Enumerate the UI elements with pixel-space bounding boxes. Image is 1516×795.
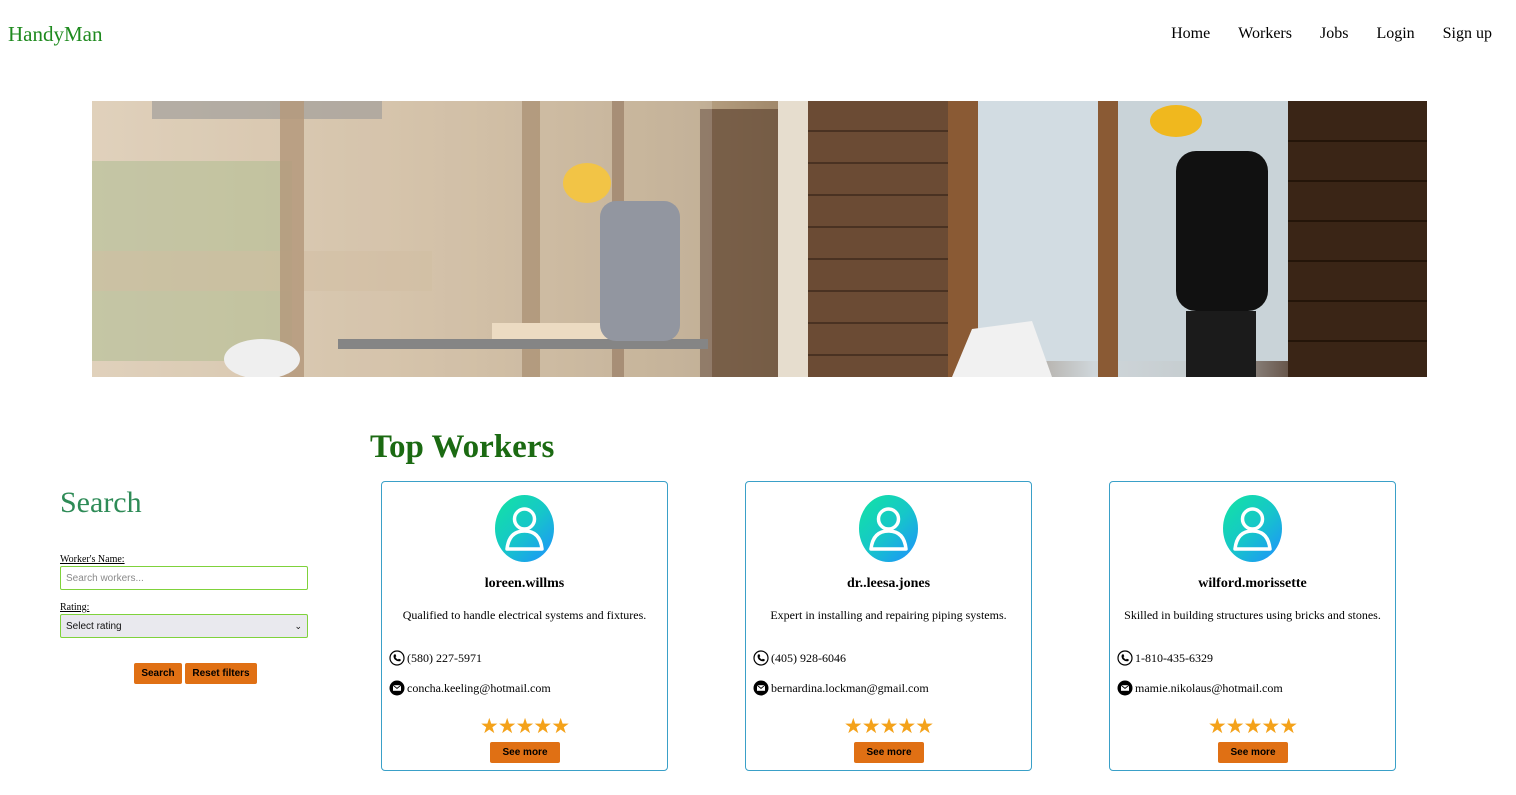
worker-phone: (405) 928-6046 [753, 650, 846, 666]
user-avatar-icon [1223, 495, 1282, 562]
hero-banner-image [92, 101, 1427, 377]
rating-selected-value: Select rating [66, 620, 122, 632]
search-button[interactable]: Search [134, 663, 182, 684]
nav-signup[interactable]: Sign up [1443, 25, 1492, 43]
brand-logo[interactable]: HandyMan [8, 22, 102, 47]
user-avatar-icon [859, 495, 918, 562]
rating-select[interactable]: Select rating ⌄ [60, 614, 308, 638]
search-title: Search [60, 486, 142, 519]
main-nav: Home Workers Jobs Login Sign up [1171, 25, 1492, 43]
worker-name: wilford.morissette [1198, 576, 1307, 591]
nav-jobs[interactable]: Jobs [1320, 25, 1348, 43]
star-rating: ★★★★★ [479, 714, 570, 738]
see-more-button[interactable]: See more [1218, 742, 1288, 763]
phone-icon [753, 650, 769, 666]
worker-phone: (580) 227-5971 [389, 650, 482, 666]
nav-workers[interactable]: Workers [1238, 25, 1292, 43]
nav-login[interactable]: Login [1376, 25, 1414, 43]
chevron-down-icon: ⌄ [294, 620, 302, 631]
worker-name: loreen.willms [484, 576, 565, 591]
worker-email: mamie.nikolaus@hotmail.com [1117, 680, 1283, 696]
worker-email: concha.keeling@hotmail.com [389, 680, 551, 696]
rating-label: Rating: [60, 602, 90, 613]
email-icon [1117, 680, 1133, 696]
see-more-button[interactable]: See more [854, 742, 924, 763]
reset-filters-button[interactable]: Reset filters [185, 663, 257, 684]
worker-description: Qualified to handle electrical systems a… [402, 608, 647, 622]
worker-description: Skilled in building structures using bri… [1124, 608, 1381, 622]
phone-icon [389, 650, 405, 666]
nav-home[interactable]: Home [1171, 25, 1210, 43]
worker-name: dr..leesa.jones [846, 576, 931, 591]
star-rating: ★★★★★ [1207, 714, 1298, 738]
worker-phone: 1-810-435-6329 [1117, 650, 1213, 666]
top-workers-title: Top Workers [370, 429, 555, 465]
worker-card: loreen.willms Qualified to handle electr… [381, 481, 668, 771]
email-icon [389, 680, 405, 696]
star-rating: ★★★★★ [843, 714, 934, 738]
worker-email: bernardina.lockman@gmail.com [753, 680, 929, 696]
worker-card: dr..leesa.jones Expert in installing and… [745, 481, 1032, 771]
worker-name-input[interactable] [60, 566, 308, 590]
phone-icon [1117, 650, 1133, 666]
worker-name-label: Worker's Name: [60, 554, 125, 565]
user-avatar-icon [495, 495, 554, 562]
worker-card: wilford.morissette Skilled in building s… [1109, 481, 1396, 771]
see-more-button[interactable]: See more [490, 742, 560, 763]
worker-description: Expert in installing and repairing pipin… [770, 608, 1007, 622]
email-icon [753, 680, 769, 696]
